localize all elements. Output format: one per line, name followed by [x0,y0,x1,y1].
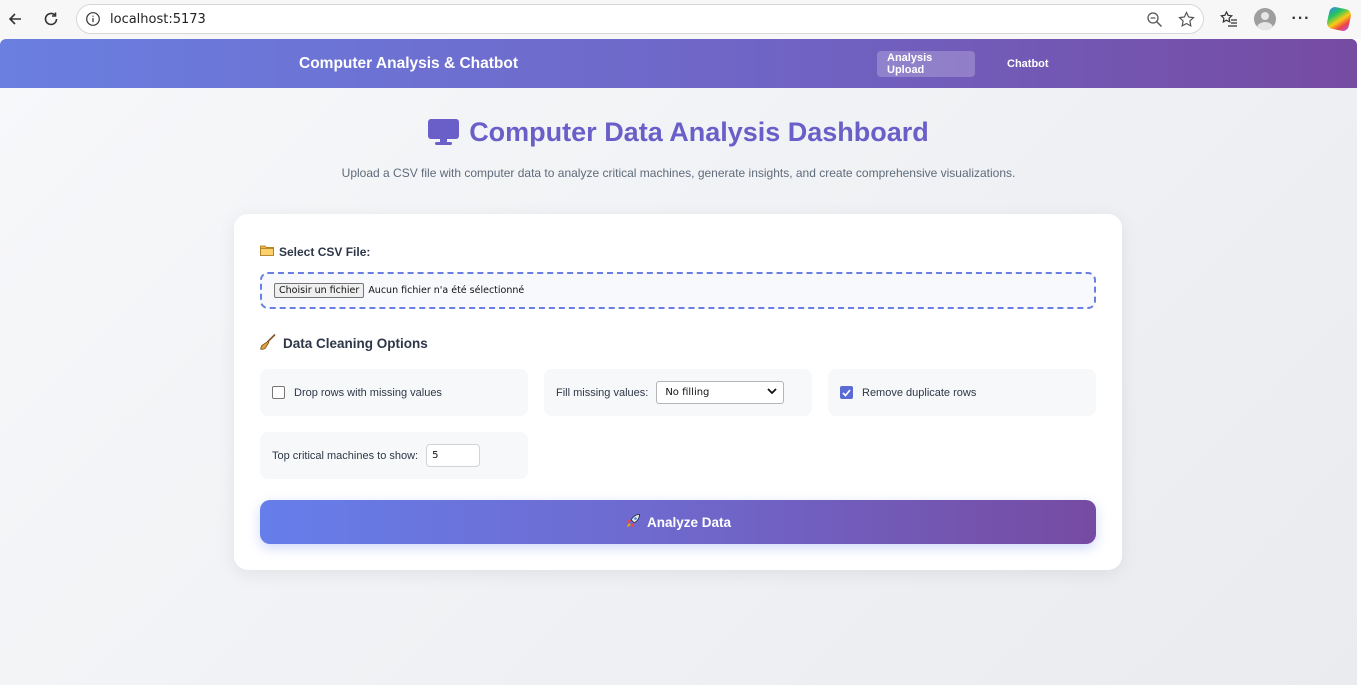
address-bar[interactable]: localhost:5173 [76,4,1204,34]
page-heading: Computer Data Analysis Dashboard [0,117,1357,151]
rocket-icon [625,513,641,532]
app-viewport: Computer Analysis & Chatbot Analysis Upl… [0,39,1357,685]
file-status-text: Aucun fichier n'a été sélectionné [368,285,525,296]
favorite-star-icon[interactable] [1178,11,1195,33]
url-text[interactable]: localhost:5173 [110,12,206,27]
analyze-data-label[interactable]: Analyze Data [647,515,731,530]
top-critical-label: Top critical machines to show: [272,449,419,462]
drop-missing-option[interactable]: Drop rows with missing values [260,369,528,416]
broom-icon [260,333,277,353]
drop-missing-label[interactable]: Drop rows with missing values [294,387,442,399]
fill-missing-selected: No filling [665,387,710,398]
tab-chatbot[interactable]: Chatbot [997,51,1059,77]
reload-icon[interactable] [40,8,62,30]
file-drop-zone[interactable]: Choisir un fichier Aucun fichier n'a été… [260,272,1096,309]
remove-duplicates-label[interactable]: Remove duplicate rows [862,387,976,399]
page-subtitle: Upload a CSV file with computer data to … [341,166,1016,180]
back-icon[interactable] [4,8,26,30]
remove-duplicates-option[interactable]: Remove duplicate rows [828,369,1096,416]
more-menu-icon[interactable]: ··· [1290,8,1312,30]
favorites-icon[interactable] [1218,8,1240,30]
choose-file-button[interactable]: Choisir un fichier [274,283,365,298]
profile-avatar-icon[interactable] [1254,8,1276,30]
cleaning-title-text: Data Cleaning Options [283,335,428,351]
monitor-icon [428,119,460,146]
tab-analysis-upload[interactable]: Analysis Upload [877,51,975,77]
browser-toolbar: localhost:5173 ··· [0,0,1361,39]
cleaning-section-title: Data Cleaning Options [260,333,428,353]
file-section-label: Select CSV File: [260,244,370,259]
select-csv-label: Select CSV File: [279,244,371,259]
fill-missing-label: Fill missing values: [556,386,649,399]
upload-card: Select CSV File: Choisir un fichier Aucu… [234,214,1122,570]
site-info-icon[interactable] [85,11,101,27]
page-title-text: Computer Data Analysis Dashboard [469,117,929,147]
top-critical-option: Top critical machines to show: 5 [260,432,528,479]
top-critical-input[interactable]: 5 [426,444,481,467]
zoom-icon[interactable] [1146,11,1163,33]
app-header: Computer Analysis & Chatbot Analysis Upl… [0,39,1357,88]
copilot-icon[interactable] [1325,5,1353,33]
remove-duplicates-checkbox[interactable] [840,386,853,399]
fill-missing-select[interactable]: No filling [656,381,785,404]
fill-missing-option: Fill missing values: No filling [544,369,812,416]
folder-icon [260,244,274,259]
analyze-data-button[interactable]: Analyze Data [260,500,1096,544]
page-title: Computer Data Analysis Dashboard [428,117,929,148]
chevron-down-icon [767,387,777,398]
app-title: Computer Analysis & Chatbot [299,55,519,72]
drop-missing-checkbox[interactable] [272,386,285,399]
